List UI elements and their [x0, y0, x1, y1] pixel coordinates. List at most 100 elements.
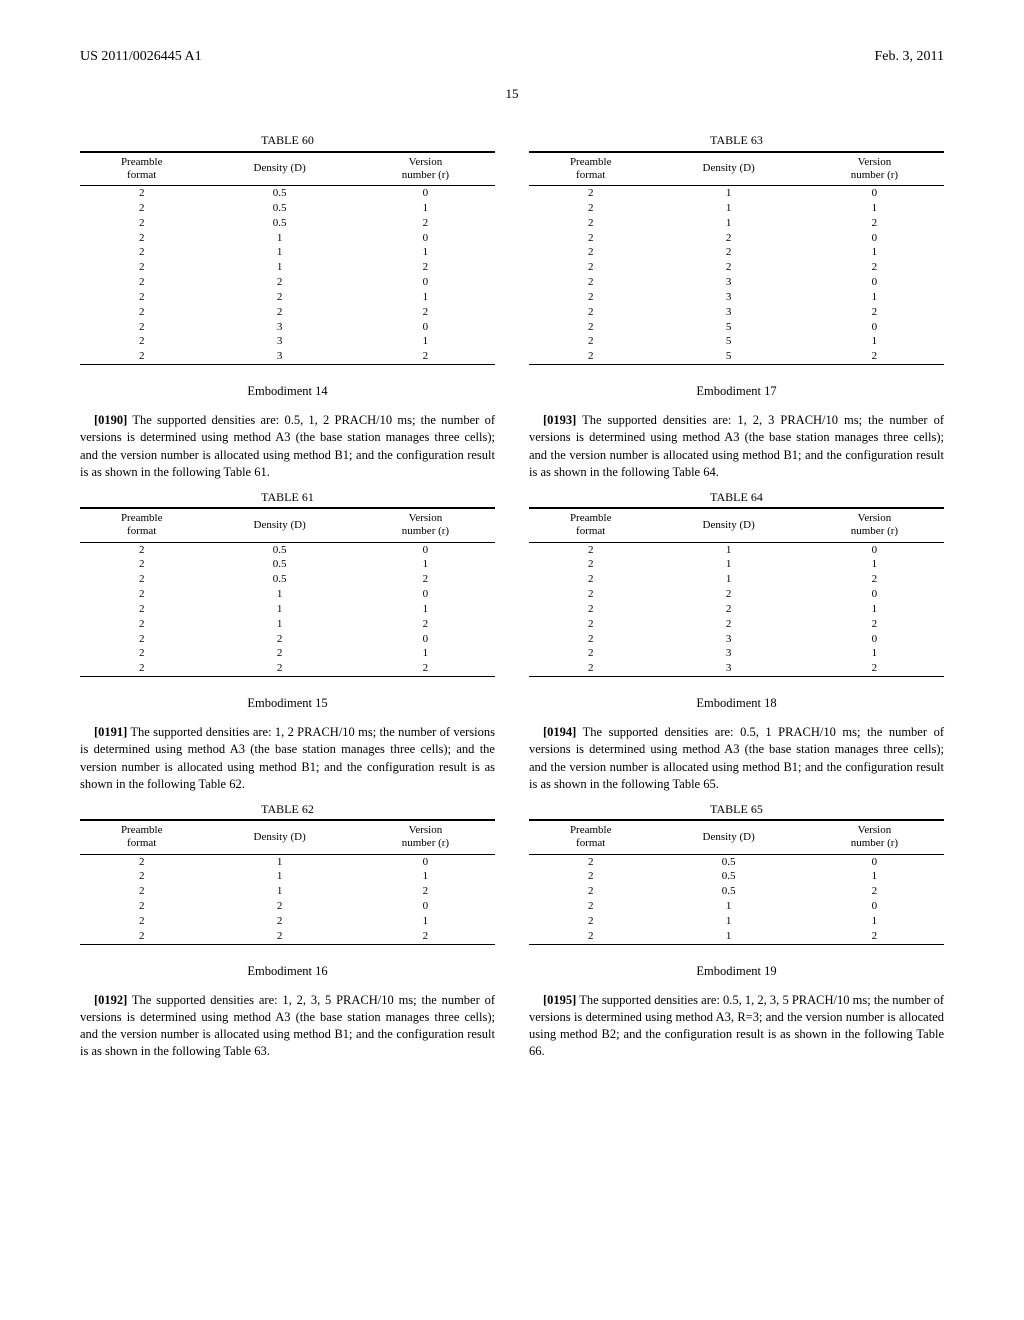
table-cell: 2 — [203, 661, 355, 676]
table-cell: 5 — [652, 349, 804, 364]
table-header: Versionnumber (r) — [805, 821, 944, 854]
table-row: 222 — [80, 305, 495, 320]
table-cell: 0 — [805, 275, 944, 290]
table-cell: 0.5 — [203, 201, 355, 216]
table-cell: 1 — [356, 646, 495, 661]
paragraph-text: The supported densities are: 0.5, 1 PRAC… — [529, 725, 944, 791]
table-row: 221 — [80, 290, 495, 305]
table-cell: 2 — [529, 320, 652, 335]
table-row: 230 — [529, 275, 944, 290]
table-caption: TABLE 63 — [529, 132, 944, 148]
table-cell: 0 — [356, 632, 495, 647]
table-cell: 0 — [356, 587, 495, 602]
table-cell: 3 — [652, 275, 804, 290]
table-cell: 2 — [80, 201, 203, 216]
table-cell: 1 — [652, 557, 804, 572]
table-cell: 2 — [80, 320, 203, 335]
paragraph: [0193] The supported densities are: 1, 2… — [529, 412, 944, 481]
table-cell: 2 — [80, 216, 203, 231]
table-row: 220 — [80, 899, 495, 914]
table-cell: 1 — [652, 542, 804, 557]
table-cell: 2 — [529, 602, 652, 617]
page-header: US 2011/0026445 A1 Feb. 3, 2011 — [80, 48, 944, 67]
table-caption: TABLE 65 — [529, 801, 944, 817]
embodiment-heading: Embodiment 14 — [80, 383, 495, 400]
paragraph: [0195] The supported densities are: 0.5,… — [529, 992, 944, 1061]
table-cell: 2 — [203, 305, 355, 320]
table-row: 251 — [529, 334, 944, 349]
table-cell: 1 — [805, 646, 944, 661]
table-cell: 2 — [805, 617, 944, 632]
table-row: 231 — [529, 646, 944, 661]
table-row: 20.51 — [80, 557, 495, 572]
table-cell: 2 — [356, 617, 495, 632]
table-cell: 2 — [529, 231, 652, 246]
table-cell: 0.5 — [203, 186, 355, 201]
table-row: 20.52 — [80, 572, 495, 587]
table-cell: 0 — [356, 275, 495, 290]
table-cell: 5 — [652, 334, 804, 349]
table-row: 221 — [80, 914, 495, 929]
table-cell: 2 — [529, 305, 652, 320]
paragraph-number: [0191] — [94, 725, 127, 739]
table-cell: 2 — [529, 884, 652, 899]
table-header: Preambleformat — [80, 509, 203, 542]
table-cell: 2 — [80, 542, 203, 557]
table-row: 212 — [529, 572, 944, 587]
table-cell: 1 — [652, 899, 804, 914]
table-cell: 2 — [80, 260, 203, 275]
table-cell: 2 — [529, 646, 652, 661]
table-cell: 2 — [529, 914, 652, 929]
table-cell: 2 — [80, 929, 203, 944]
paragraph: [0190] The supported densities are: 0.5,… — [80, 412, 495, 481]
table-row: 210 — [80, 854, 495, 869]
table-row: 210 — [80, 587, 495, 602]
table-cell: 2 — [529, 929, 652, 944]
table-cell: 2 — [529, 587, 652, 602]
table-header: Preambleformat — [529, 509, 652, 542]
table-cell: 1 — [356, 290, 495, 305]
table-header: Density (D) — [652, 152, 804, 185]
paragraph-number: [0192] — [94, 993, 127, 1007]
table-cell: 2 — [529, 572, 652, 587]
table-row: 220 — [529, 587, 944, 602]
data-table: PreambleformatDensity (D)Versionnumber (… — [529, 151, 944, 366]
table-cell: 1 — [356, 245, 495, 260]
table-cell: 2 — [80, 899, 203, 914]
table-cell: 3 — [652, 305, 804, 320]
table-cell: 0 — [356, 320, 495, 335]
table-cell: 2 — [356, 661, 495, 676]
table-row: 20.51 — [80, 201, 495, 216]
table-cell: 0 — [356, 186, 495, 201]
table-row: 212 — [80, 617, 495, 632]
table-row: 211 — [529, 201, 944, 216]
table-caption: TABLE 62 — [80, 801, 495, 817]
table-cell: 2 — [80, 602, 203, 617]
table-cell: 1 — [203, 587, 355, 602]
table-header: Versionnumber (r) — [805, 509, 944, 542]
table-cell: 1 — [356, 869, 495, 884]
table-caption: TABLE 60 — [80, 132, 495, 148]
left-column: TABLE 60 PreambleformatDensity (D)Version… — [80, 128, 495, 1068]
table-row: 230 — [529, 632, 944, 647]
paragraph-text: The supported densities are: 0.5, 1, 2, … — [529, 993, 944, 1059]
table-cell: 1 — [203, 602, 355, 617]
table-row: 222 — [80, 929, 495, 944]
table-cell: 2 — [652, 617, 804, 632]
table-cell: 2 — [529, 216, 652, 231]
table-cell: 2 — [529, 290, 652, 305]
data-table: PreambleformatDensity (D)Versionnumber (… — [80, 507, 495, 677]
table-row: 212 — [80, 260, 495, 275]
table-cell: 1 — [356, 557, 495, 572]
table-cell: 1 — [805, 201, 944, 216]
data-table: PreambleformatDensity (D)Versionnumber (… — [529, 819, 944, 944]
table-cell: 2 — [80, 572, 203, 587]
table-row: 220 — [529, 231, 944, 246]
table-cell: 2 — [356, 305, 495, 320]
table-cell: 1 — [356, 914, 495, 929]
table-row: 220 — [80, 632, 495, 647]
table-cell: 0.5 — [652, 884, 804, 899]
table-cell: 3 — [652, 632, 804, 647]
paragraph: [0194] The supported densities are: 0.5,… — [529, 724, 944, 793]
table-header: Density (D) — [652, 509, 804, 542]
